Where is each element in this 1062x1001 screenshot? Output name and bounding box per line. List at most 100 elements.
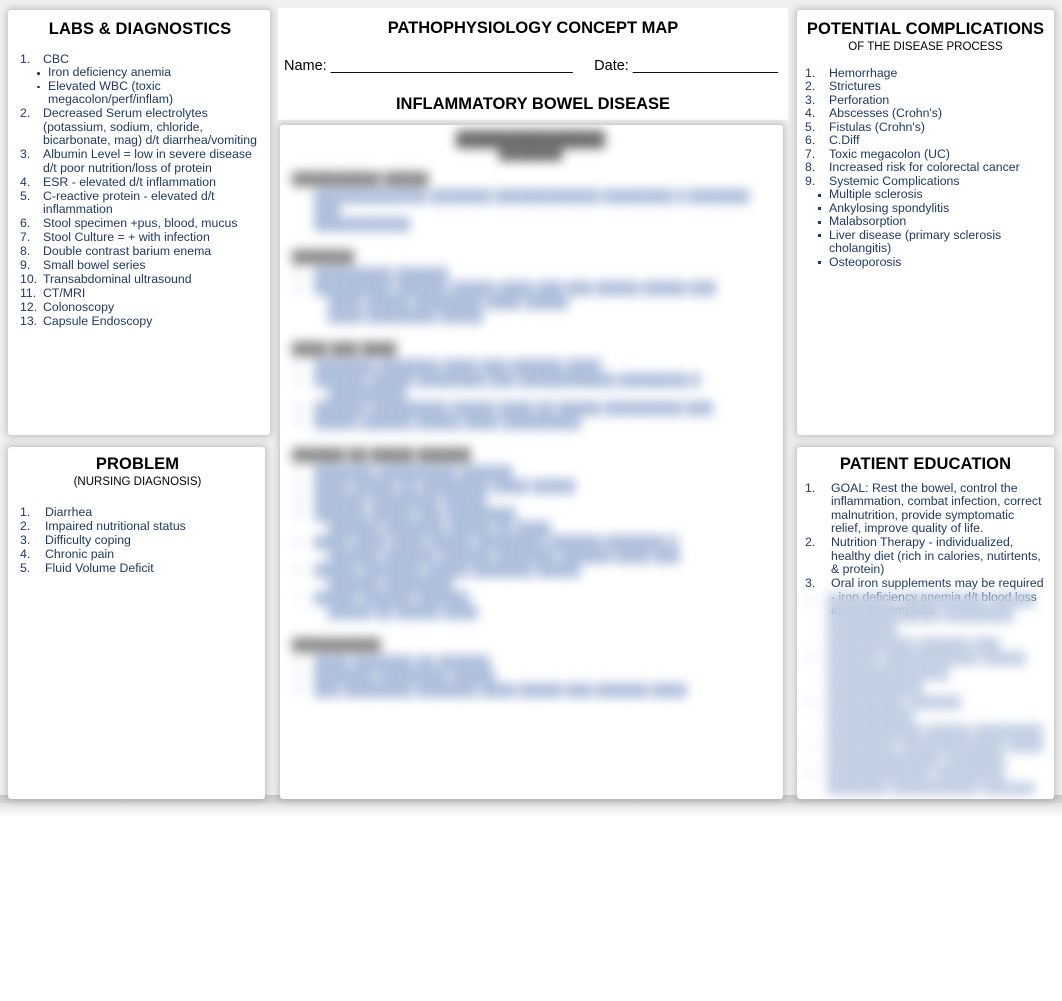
concept-map-line-text: ███████ ███████ ████ ███ ██████ ████ (314, 359, 602, 374)
complications-list-item: 2. Strictures (805, 80, 1046, 94)
concept-map-section-heading: ███████ (292, 250, 354, 265)
page-title: PATHOPHYSIOLOGY CONCEPT MAP (387, 19, 679, 37)
list-item-label: Systemic Complications (829, 173, 960, 188)
list-item-number: 5. (20, 188, 31, 203)
list-item-label: Abscesses (Crohn's) (829, 106, 943, 121)
problem-panel-title: PROBLEM (95, 455, 180, 473)
labs-list-item: 10. Transabdominal ultrasound (20, 273, 260, 287)
list-item-number: 11. (20, 286, 37, 301)
sub-list: Iron deficiency anemia Elevated WBC (toxi… (34, 66, 260, 107)
concept-map-line-number: 1. (294, 655, 305, 670)
date-field-label[interactable]: Date: __________________ (594, 58, 778, 74)
complications-list-item: 8. Increased risk for colorectal cancer (805, 161, 1046, 175)
problem-list-item: 3. Difficulty coping (20, 533, 255, 548)
concept-map-line: 7. █████ ██████ ██████ (292, 591, 769, 605)
list-item-number: 5. (805, 119, 816, 134)
redacted-line-text: █████████ ██████ ██████████ (827, 694, 962, 724)
concept-map-line: 2. █████████ ██████ █████ ████ ███ ███ ██… (292, 281, 769, 295)
labs-list-item: 2. Decreased Serum electrolytes (potassiu… (20, 107, 260, 148)
list-item-number: 7. (805, 146, 816, 161)
concept-map-line-text: ██████ ████████ █████ (314, 493, 487, 508)
concept-map-line: 3. ███ ████████ ███████ ████ █████ ███ ██… (292, 683, 769, 697)
list-item-label: C-reactive protein - elevated d/t inflam… (43, 188, 215, 217)
problem-list-item: 2. Impaired nutritional status (20, 519, 255, 534)
list-item-number: 3. (805, 92, 816, 107)
concept-map-panel: ██████████████ █████████ ██████████ ████… (280, 125, 783, 799)
concept-map-line-text: █████████ ██████ (314, 267, 449, 282)
list-item-number: 5. (20, 560, 31, 575)
list-item-label: Fistulas (Crohn's) (829, 119, 925, 134)
list-item-label: Increased risk for colorectal cancer (829, 160, 1020, 175)
list-item-number: 3. (20, 147, 31, 162)
list-item-number: 8. (805, 160, 816, 175)
list-item-number: 8. (20, 244, 31, 259)
list-item-label: CBC (43, 51, 69, 66)
complications-list: 1. Hemorrhage 2. Strictures 3. Perforation 4. A… (805, 65, 1046, 189)
concept-map-line: 1. █████████ ██████ (292, 267, 769, 281)
list-item-label: C.Diff (829, 133, 860, 148)
concept-map-line-text: ███████ █████████ ██████ (314, 465, 513, 480)
complications-list-item: 6. C.Diff (805, 134, 1046, 148)
list-item-label: Hemorrhage (829, 65, 898, 80)
concept-map-line-text: ████ █████ ████████ ████ █████ (328, 295, 569, 310)
redacted-line: █████████████ ████████ ████████ (803, 608, 1048, 637)
concept-map-heading-text: ██████████████ (456, 131, 605, 148)
redacted-line: ██████████ ██████ ███ (803, 637, 1048, 652)
name-field-label[interactable]: Name: ______________________________ (284, 58, 573, 74)
concept-map-line-number: 2. (294, 373, 305, 388)
concept-map-line-text: ███████ ████████ █████ (314, 669, 496, 684)
labs-panel-title: LABS & DIAGNOSTICS (48, 20, 232, 38)
concept-map-line-text: █████ ██ █████ ████ (328, 605, 478, 620)
redacted-line-text: ████████ ██████████ █████ (827, 593, 1035, 607)
concept-map-line-number: 1. (294, 465, 305, 480)
labs-list-item: 13. Capsule Endoscopy (20, 315, 260, 329)
concept-map-line-text: ████ █████ ██ ████████ ████ █████ (314, 479, 576, 494)
complications-list-item: 5. Fistulas (Crohn's) (805, 119, 1046, 135)
concept-map-line: 1. ███████ █████████ ██████ (292, 465, 769, 479)
concept-map-section-gap (292, 231, 769, 240)
concept-map-line: 3. ██████ ████████ █████ (292, 493, 769, 507)
concept-map-line-text: ██████ ██████ ██████ ███████ ██████ ████… (328, 549, 680, 564)
list-item-number: 2. (20, 106, 31, 121)
labs-list-item: 8. Double contrast barium enema (20, 245, 260, 259)
redacted-line: ███████ ██████████ ██████ (803, 782, 1048, 796)
concept-map-line: ██████ ███████ █████ ██ ████ (292, 521, 769, 535)
labs-list-item: 12. Colonoscopy (20, 301, 260, 315)
patient-education-panel: PATIENT EDUCATION 1. GOAL: Rest the bowel… (797, 447, 1054, 799)
list-item-number: 1. (805, 65, 816, 80)
list-item-label: Transabdominal ultrasound (43, 272, 192, 287)
labs-list-item: 9. Small bowel series (20, 259, 260, 273)
concept-map-line-number: 4. (294, 415, 305, 430)
concept-map-line-text: █████ ███████ █████ ███████ █████ (314, 563, 581, 578)
labs-list-item: 1. CBC Iron deficiency anemia Elevated WBC … (20, 51, 260, 107)
redacted-line-text: █████████████ ███████ (827, 752, 1005, 767)
concept-map-line-number: 5. (294, 535, 305, 550)
concept-map-line: █████████████ ███████ ████████████ █████… (292, 189, 769, 217)
list-item-number: 2. (805, 535, 816, 550)
concept-map-line-text: █████ ██████ ██████ (314, 591, 469, 606)
problem-panel: PROBLEM (NURSING DIAGNOSIS) 1. Diarrhea 2.… (8, 447, 265, 799)
labs-list-item: 11. CT/MRI (20, 287, 260, 301)
concept-map-body: ██████████ █████ █████████████ ███████ ██… (292, 172, 769, 706)
concept-map-line-number: 3. (294, 493, 305, 508)
systemic-complication-item: Liver disease (primary sclerosis cholang… (815, 228, 1046, 256)
concept-map-heading: ██████████████ █████████ (292, 131, 769, 162)
redacted-line-text: ██████████ ██████ ███ (827, 636, 1000, 651)
concept-map-line-number: 7. (294, 591, 305, 606)
list-item-label: Strictures (829, 79, 881, 94)
sub-list-item: Iron deficiency anemia (34, 66, 260, 80)
list-item-number: 4. (805, 106, 816, 121)
problem-panel-subtitle: (NURSING DIAGNOSIS) (73, 475, 202, 488)
redacted-line: 4. ████████ ██████████ █████ (803, 593, 1048, 608)
list-item-number: 1. (20, 51, 31, 66)
list-item-number: 1. (20, 504, 31, 519)
complications-list-item: 1. Hemorrhage (805, 65, 1046, 81)
list-item-label: GOAL: Rest the bowel, control the inflam… (831, 480, 1042, 536)
complications-list-item: 9. Systemic Complications (805, 173, 1046, 189)
list-item-number: 6. (805, 133, 816, 148)
systemic-complication-item: Multiple sclerosis (815, 188, 1046, 202)
concept-map-line-number: 2. (294, 669, 305, 684)
list-item-number: 4. (20, 546, 31, 561)
list-item-label: Colonoscopy (43, 300, 115, 315)
concept-map-line-text: ██████ ████████ (328, 577, 454, 592)
